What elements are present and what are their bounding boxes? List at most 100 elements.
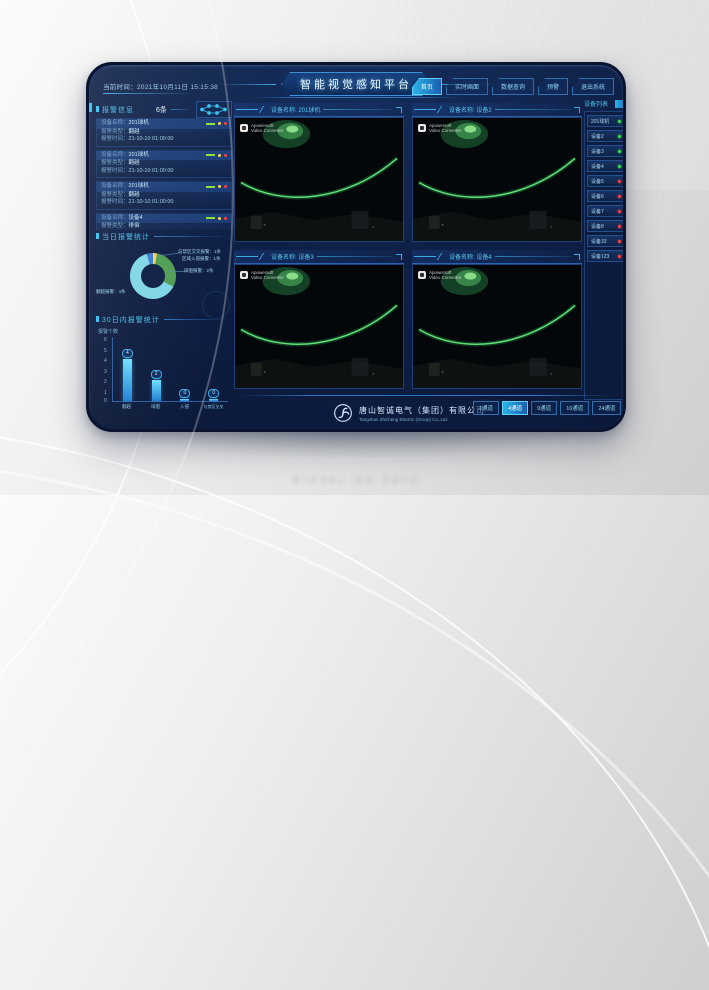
alarm-device-value: 201球机 [129, 183, 149, 189]
alarm-entry[interactable]: 设备名称：201球机 报警类型：翻越 报警时间：21-10-10 01:00:0… [96, 181, 232, 210]
channel-1-button[interactable]: 1通道 [473, 401, 499, 415]
video-watermark: Apowersoft Video Converter [240, 270, 283, 280]
donut-chart [130, 253, 176, 299]
alarm-type-label: 报警类型： [101, 160, 129, 166]
device-item[interactable]: 设备3 [587, 145, 625, 157]
video-frame-art [235, 265, 403, 388]
section-line [164, 319, 228, 320]
video-tile-title: 设备名称: 设备2 [449, 105, 492, 114]
nav-live-button[interactable]: 实时画面 [446, 78, 488, 95]
bar [180, 399, 189, 401]
device-panel-header: 设备列表 [584, 98, 626, 109]
alarm-type-value: 徘徊 [129, 223, 140, 229]
bg-streak-curve [0, 420, 709, 990]
video-tile-header: 设备名称: 设备3 [234, 250, 404, 264]
watermark-line2: Video Converter [251, 275, 283, 280]
title-wing-left [218, 84, 276, 85]
page-title: 智能视觉感知平台 [281, 72, 431, 96]
device-panel-title: 设备列表 [584, 99, 608, 108]
device-item[interactable]: 设备7 [587, 205, 625, 217]
video-tile-4[interactable]: 设备名称: 设备4 [412, 250, 582, 389]
device-name: 设备4 [591, 163, 604, 170]
device-name: 设备8 [591, 223, 604, 230]
bar [152, 380, 161, 401]
channel-switcher: 1通道 4通道 9通道 16通道 24通道 [473, 401, 621, 415]
status-dot-online [618, 120, 621, 123]
watermark-logo-icon [418, 124, 426, 132]
video-feed[interactable]: Apowersoft Video Converter [412, 117, 582, 242]
video-feed[interactable]: Apowersoft Video Converter [234, 117, 404, 242]
alarm-count-badge: 6条 [156, 105, 167, 115]
device-item[interactable]: 201球机 [587, 115, 625, 127]
bar-value: 2 [151, 370, 162, 379]
monthly-stats-title: 30日内报警统计 [96, 315, 160, 325]
video-frame-art [413, 118, 581, 241]
alarm-time-label: 报警时间： [101, 199, 129, 205]
section-line [171, 109, 192, 110]
topology-icon [196, 101, 232, 118]
ytick: 5 [104, 349, 107, 353]
video-watermark: Apowersoft Video Converter [418, 270, 461, 280]
bar-slot: 2 [142, 337, 170, 401]
alarm-device-label: 设备名称： [101, 183, 129, 189]
status-dot-offline [618, 255, 621, 258]
device-item[interactable]: 设备123 [587, 250, 625, 262]
channel-9-button[interactable]: 9通道 [531, 401, 557, 415]
alarm-type-value: 翻越 [129, 160, 140, 166]
status-dot-offline [618, 240, 621, 243]
video-tile-1[interactable]: 设备名称: 201球机 [234, 103, 404, 242]
nav-alert-button[interactable]: 预警 [538, 78, 568, 95]
device-item[interactable]: 设备6 [587, 190, 625, 202]
device-item[interactable]: 设备33 [587, 235, 625, 247]
device-panel-tab-chip[interactable] [615, 100, 626, 108]
nav-home-button[interactable]: 首页 [412, 78, 442, 95]
device-item[interactable]: 设备2 [587, 130, 625, 142]
donut-callout-line [158, 252, 180, 256]
watermark-line2: Video Converter [429, 128, 461, 133]
ytick: 6 [104, 338, 107, 342]
today-stats-header: 当日报警统计 [96, 230, 232, 243]
bar-chart-ylabel: 报警个数 [98, 328, 232, 335]
channel-4-button[interactable]: 4通道 [502, 401, 528, 415]
dashboard-screen: 当前时间：2021年10月11日 15:15:38 智能视觉感知平台 首页 实时… [86, 62, 626, 432]
ytick: 3 [104, 370, 107, 374]
alarm-entry[interactable]: 设备名称：设备4 报警类型：徘徊 报警时间：21-10-10 00:00:00 [96, 213, 232, 231]
bar-value: 0 [208, 389, 219, 398]
alarm-entry[interactable]: 设备名称：201球机 报警类型：翻越 报警时间：21-10-10 01:00:0… [96, 118, 232, 147]
channel-24-button[interactable]: 24通道 [592, 401, 621, 415]
video-feed[interactable]: Apowersoft Video Converter [234, 264, 404, 389]
video-tile-title: 设备名称: 设备3 [271, 252, 314, 261]
alarm-entry[interactable]: 设备名称：201球机 报警类型：翻越 报警时间：21-10-10 01:00:0… [96, 150, 232, 179]
video-tile-title: 设备名称: 201球机 [271, 105, 320, 114]
nav-exit-button[interactable]: 退出系统 [572, 78, 614, 95]
device-name: 201球机 [591, 118, 609, 125]
reflection-text: 唐山智诚电气（集团）有限公司 [292, 474, 418, 485]
video-grid: 设备名称: 201球机 [234, 103, 582, 389]
bar-value: 0 [179, 389, 190, 398]
video-feed[interactable]: Apowersoft Video Converter [412, 264, 582, 389]
status-dot-offline [618, 180, 621, 183]
video-tile-2[interactable]: 设备名称: 设备2 [412, 103, 582, 242]
device-name: 设备123 [591, 253, 609, 260]
footer-divider-line [239, 395, 613, 396]
video-tile-3[interactable]: 设备名称: 设备3 [234, 250, 404, 389]
alarm-device-label: 设备名称： [101, 215, 129, 221]
alarm-severity-leds [206, 185, 227, 188]
device-item[interactable]: 设备4 [587, 160, 625, 172]
donut-label-climbing: 翻越报警：4条 [96, 289, 126, 295]
section-line [154, 236, 228, 237]
alarm-device-label: 设备名称： [101, 120, 129, 126]
alarm-device-value: 201球机 [129, 152, 149, 158]
ytick: 4 [104, 359, 107, 363]
video-tile-header: 设备名称: 201球机 [234, 103, 404, 117]
status-dot-offline [618, 225, 621, 228]
device-item[interactable]: 设备5 [587, 175, 625, 187]
monthly-alarm-bar-chart: 6 5 4 3 2 1 0 4 2 0 0 [112, 337, 228, 402]
channel-16-button[interactable]: 16通道 [560, 401, 589, 415]
today-stats-title: 当日报警统计 [96, 232, 150, 242]
nav-query-button[interactable]: 数据查询 [492, 78, 534, 95]
bg-streak-curve [0, 455, 709, 990]
alarm-type-label: 报警类型： [101, 223, 129, 229]
device-item[interactable]: 设备8 [587, 220, 625, 232]
device-name: 设备33 [591, 238, 607, 245]
